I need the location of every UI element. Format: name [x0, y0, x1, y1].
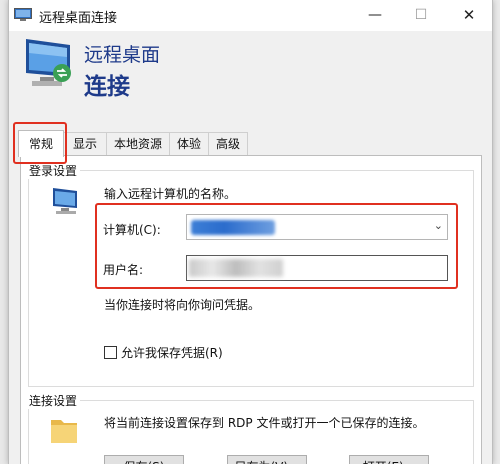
open-button[interactable]: 打开(E)... — [349, 455, 429, 464]
folder-icon — [51, 420, 77, 443]
tab-advanced[interactable]: 高级 — [208, 132, 248, 155]
close-button[interactable]: ✕ — [446, 0, 492, 31]
save-button[interactable]: 保存(S) — [104, 455, 184, 464]
save-credentials-checkbox[interactable] — [104, 346, 117, 359]
connection-description: 将当前连接设置保存到 RDP 文件或打开一个已保存的连接。 — [104, 416, 425, 430]
login-settings-label: 登录设置 — [26, 162, 81, 179]
tab-local-resources[interactable]: 本地资源 — [106, 132, 170, 155]
remote-desktop-window: 远程桌面连接 — ☐ ✕ 远程桌面 连接 常规 显示 本地资源 体验 高级 登录… — [8, 0, 493, 464]
tab-display[interactable]: 显示 — [63, 132, 107, 155]
maximize-button[interactable]: ☐ — [398, 0, 444, 31]
banner: 远程桌面 连接 — [9, 31, 492, 100]
tab-strip: 常规 显示 本地资源 体验 高级 — [15, 130, 485, 157]
minimize-button[interactable]: — — [352, 0, 398, 31]
title-bar: 远程桌面连接 — ☐ ✕ — [9, 0, 492, 31]
remote-desktop-icon — [26, 39, 71, 86]
save-as-button[interactable]: 另存为(V)... — [227, 455, 307, 464]
connection-settings-label: 连接设置 — [26, 392, 81, 409]
save-credentials-label[interactable]: 允许我保存凭据(R) — [121, 344, 223, 361]
window-title: 远程桌面连接 — [39, 11, 118, 26]
banner-subtitle: 连接 — [84, 74, 130, 100]
remote-desktop-icon — [14, 8, 32, 21]
tab-experience[interactable]: 体验 — [169, 132, 209, 155]
credentials-hint: 当你连接时将向你询问凭据。 — [104, 298, 261, 312]
banner-title: 远程桌面 — [84, 44, 161, 66]
computer-icon — [53, 188, 77, 214]
general-tab-highlight — [13, 122, 67, 164]
login-prompt: 输入远程计算机的名称。 — [104, 187, 237, 201]
form-highlight — [95, 203, 458, 289]
